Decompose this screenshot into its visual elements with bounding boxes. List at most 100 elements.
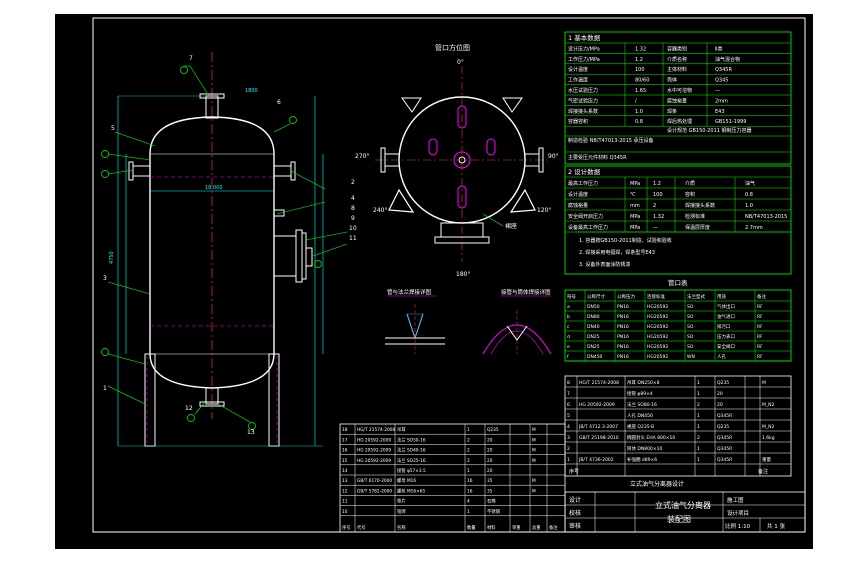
parts-left-cell: 2 — [467, 448, 470, 454]
parts-left-footer: 总重 — [532, 524, 541, 531]
tech-row-value: 0.8 — [635, 119, 643, 125]
parts-left-rows: 18 HG/T 21574-2008 吊耳 1 Q235 M 17 HG 20592-2009… — [340, 424, 565, 532]
parts-left-cell: M — [532, 458, 536, 464]
section-lug-top-right — [502, 97, 523, 113]
nozzle-cell: c — [567, 325, 570, 330]
parts-right-cell: 1 — [697, 380, 700, 386]
parts-right-cell: 筒体 DN800×10 — [627, 445, 662, 452]
design-row-unit: mm — [630, 203, 640, 209]
design-row-value2: 油气 — [745, 180, 755, 187]
tech-row-label: 设计温度 — [568, 66, 588, 73]
section-view-title: 管口方位图 — [435, 43, 470, 52]
design-row-value2: 1.0 — [745, 203, 753, 209]
section-slot-right — [486, 138, 496, 156]
svg-text:2: 2 — [351, 179, 355, 186]
parts-left-footer: 单重 — [512, 524, 521, 531]
parts-left-cell: M — [532, 478, 536, 484]
tech-row-value2: Q345R — [715, 67, 732, 73]
nozzle-col-header: 连接标准 — [647, 293, 665, 300]
angle-right: 90° — [548, 153, 559, 160]
design-data-rows: 最高工作压力 MPa 1.2 介质 油气设计温度 ℃ 100 容积 0.8 腐蚀裕量 mm 2 焊接接头… — [565, 177, 791, 233]
nozzle-cell: PN16 — [617, 354, 629, 360]
section-slot-left — [428, 138, 438, 156]
tb-sheet: 共 1 张 — [767, 522, 785, 530]
nozzle-cell: HG20592 — [647, 304, 668, 310]
parts-left-cell: GB/T 5782-2000 — [357, 488, 392, 494]
parts-right-cell: M — [762, 380, 766, 386]
parts-right-cell: 4 — [567, 424, 570, 430]
nozzle-cell: 安全阀口 — [717, 343, 735, 350]
parts-left-cell: 16 — [467, 488, 473, 494]
parts-left-cell: 16 — [467, 478, 473, 484]
tech-row-value2: 油气混合物 — [715, 56, 740, 63]
nozzle-col-header: 法兰型式 — [687, 293, 705, 300]
tech-row-value: 1.2 — [635, 57, 643, 63]
tech-row-label: 焊接接头系数 — [568, 108, 598, 115]
tech-row-value: 1.65 — [635, 88, 646, 94]
section-callout-leader — [482, 213, 504, 227]
parts-left-cell: Q235 — [487, 427, 499, 433]
parts-left-cell: 12 — [342, 488, 348, 494]
svg-text:12: 12 — [185, 405, 193, 412]
design-row-value2: 0.8 — [745, 192, 753, 198]
parts-right-cell: 6 — [567, 402, 570, 408]
req-1: 1. 容器按GB150-2011制造、试验和验收 — [579, 237, 672, 244]
nozzle-cell: PN16 — [617, 304, 629, 310]
nozzle-col-header: 用途 — [717, 293, 726, 300]
nozzle-col-header: 备注 — [757, 293, 766, 300]
design-row-label: 最高工作压力 — [568, 180, 598, 187]
nozzle-col-header: 公称压力 — [617, 293, 635, 300]
parts-left-footer: 代号 — [357, 524, 366, 531]
design-row-label: 安全阀开启压力 — [568, 213, 603, 220]
tech-data-header: 1 基本数据 — [568, 33, 601, 42]
parts-right-cell: 20 — [717, 402, 723, 408]
parts-right-cell: 20 — [717, 391, 723, 397]
tb-project: 设计项目 — [727, 509, 749, 517]
tb-check: 校核 — [569, 509, 581, 517]
nozzle-cell: d — [567, 334, 570, 340]
parts-left-cell: 2 — [467, 437, 470, 443]
tech-row-value2: 2mm — [715, 98, 728, 104]
manhole-flange — [295, 229, 303, 283]
parts-right-cell: HG/T 21574-2008 — [579, 380, 619, 386]
drawing-title: 立式油气分离器 — [655, 500, 711, 510]
tb-scale: 比例 1:10 — [725, 522, 751, 530]
tech-row-value: 1.32 — [635, 46, 646, 52]
design-row-unit: MPa — [630, 225, 640, 231]
nozzle-cell: 油气进口 — [717, 313, 735, 320]
angle-bottom: 180° — [456, 271, 470, 278]
parts-left-cell: 15 — [342, 458, 348, 464]
parts-right-cell: 2 — [697, 402, 700, 408]
parts-left-cell: 20 — [487, 458, 493, 464]
design-row-label: 设备最高工作压力 — [568, 224, 608, 231]
nozzle-cell: HG20592 — [647, 314, 668, 320]
parts-left-cell: 法兰 SO25-16 — [397, 457, 426, 464]
drawing-svg: 18,000 4750 1800 1 2 3 4 5 6 7 8 9 10 11… — [92, 17, 806, 533]
tech-row-label2: 壳体 — [667, 77, 677, 84]
callout-numbers: 1 2 3 4 5 6 7 8 9 10 11 12 13 — [103, 55, 357, 436]
design-row-unit: ℃ — [630, 192, 636, 198]
nozzle-cell: SO — [687, 304, 694, 310]
parts-left-cell: 14 — [342, 468, 348, 474]
parts-right-cell: 3 — [567, 435, 570, 441]
parts-left-cell: 铭牌 — [397, 508, 406, 515]
parts-left-cell: 1 — [467, 468, 470, 474]
parts-list-right: 8 HG/T 21574-2008 吊耳 DN250×8 1 Q235 M 7 接管 φ89×… — [564, 375, 792, 488]
tech-row-value: 100 — [635, 67, 645, 73]
parts-right-cell: 5 — [567, 413, 570, 419]
svg-text:13: 13 — [247, 429, 255, 436]
parts-right-cell: 1.6kg — [762, 435, 775, 441]
nozzle-cell: PN16 — [617, 324, 629, 330]
parts-right-cell: 1 — [697, 457, 700, 463]
manhole-neck — [273, 235, 297, 277]
design-row-label2: 容积 — [685, 191, 695, 198]
parts-right-cell: 1 — [697, 446, 700, 452]
parts-right-cell: 重量 — [762, 456, 771, 463]
tb-design: 设计 — [569, 496, 581, 504]
tech-row-label: 工作压力/MPa — [568, 56, 600, 63]
tech-note-1: 设计规范 GB150-2011 钢制压力容器 — [667, 127, 752, 134]
nozzle-table-title: 管口表 — [668, 278, 688, 287]
parts-right-cell: 人孔 DN450 — [627, 412, 653, 419]
design-row-label: 设计温度 — [568, 191, 588, 198]
parts-right-cell: 1 — [697, 413, 700, 419]
